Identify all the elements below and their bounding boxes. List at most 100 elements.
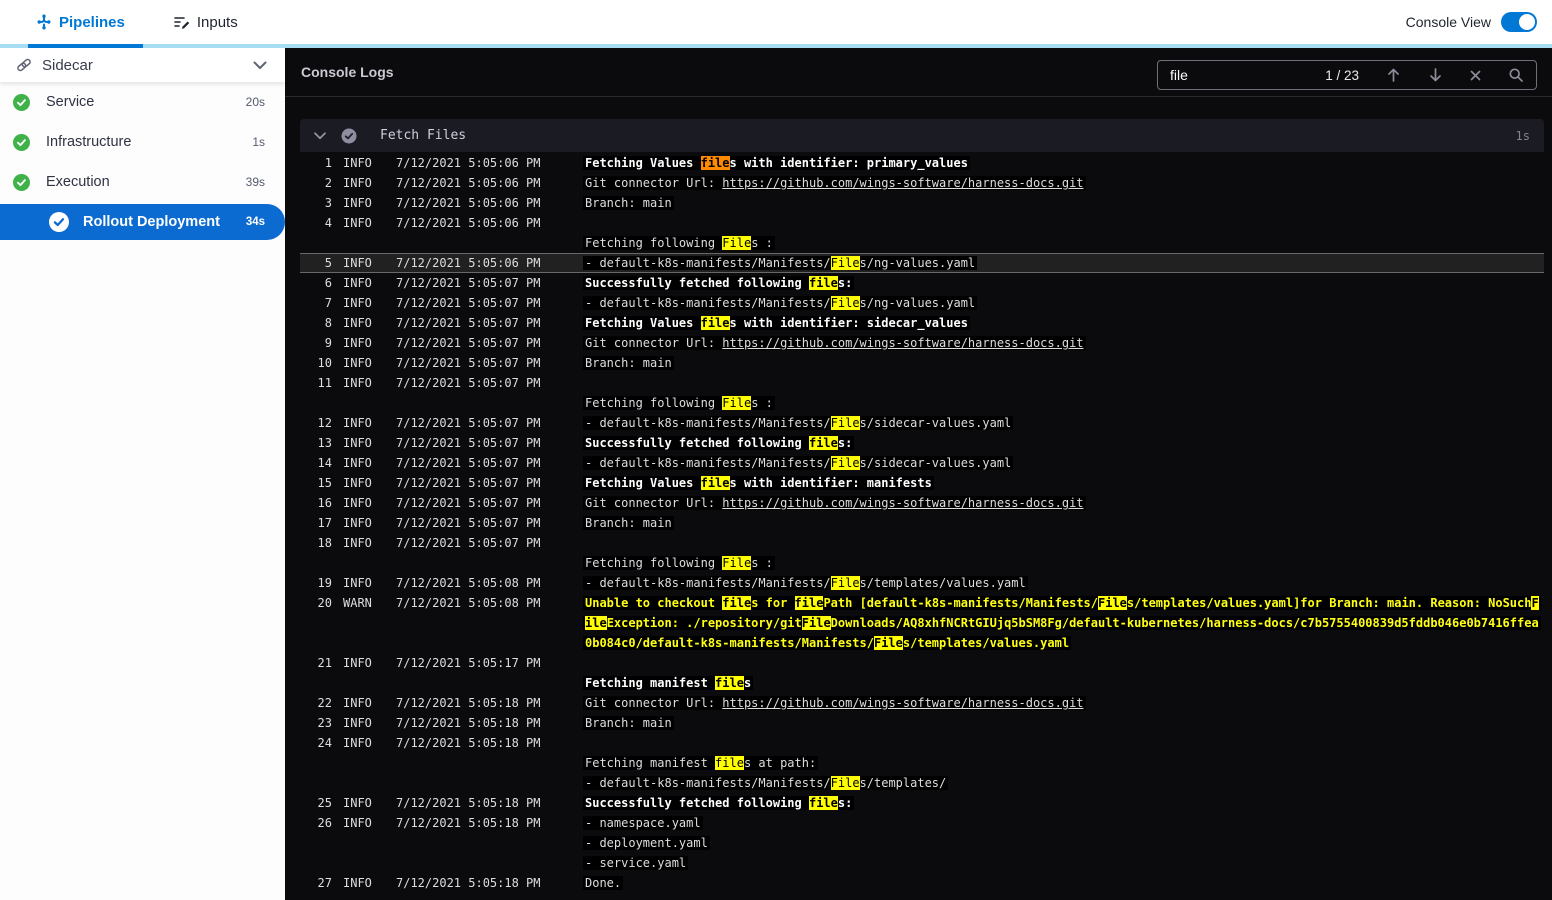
- log-level: INFO: [343, 516, 372, 530]
- log-line: Fetching following Files :: [583, 393, 1544, 413]
- log-timestamp: 7/12/2021 5:05:18 PM: [396, 816, 541, 830]
- line-number: 4: [324, 216, 332, 230]
- log-text: - default-k8s-manifests/Manifests/Files/…: [583, 296, 978, 310]
- log-text: Fetching following Files :: [583, 556, 775, 570]
- step-label: Execution: [46, 174, 110, 190]
- log-text: - default-k8s-manifests/Manifests/Files/…: [583, 576, 1028, 590]
- next-match-icon[interactable]: [1428, 67, 1443, 83]
- log-line: Git connector Url: https://github.com/wi…: [583, 493, 1544, 513]
- tab-inputs[interactable]: Inputs: [165, 0, 246, 44]
- sidebar-item-execution[interactable]: Execution 39s: [0, 162, 285, 202]
- log-text: Fetching Values files with identifier: m…: [583, 476, 934, 490]
- log-line: - default-k8s-manifests/Manifests/Files/…: [583, 573, 1544, 593]
- log-timestamp: 7/12/2021 5:05:07 PM: [396, 336, 541, 350]
- line-number: 23: [317, 716, 332, 730]
- previous-match-icon[interactable]: [1386, 67, 1401, 83]
- log-row: 21 INFO 7/12/2021 5:05:17 PM Fetching mani…: [300, 653, 1544, 693]
- inputs-icon: [173, 14, 190, 30]
- log-text: Successfully fetched following files:: [583, 796, 855, 810]
- log-link[interactable]: https://github.com/wings-software/harnes…: [722, 496, 1083, 510]
- line-number: 10: [317, 356, 332, 370]
- toggle-knob: [1519, 14, 1535, 30]
- log-message: - namespace.yaml - deployment.yaml - servi…: [583, 813, 1544, 873]
- line-number: 7: [324, 296, 332, 310]
- log-text: - default-k8s-manifests/Manifests/Files/…: [583, 256, 978, 270]
- log-line: Git connector Url: https://github.com/wi…: [583, 173, 1544, 193]
- log-row: 25 INFO 7/12/2021 5:05:18 PM Successfully f…: [300, 793, 1544, 813]
- status-success-icon: [13, 133, 30, 151]
- log-message: Fetching following Files :: [583, 373, 1544, 413]
- search-match-current: file: [700, 156, 730, 170]
- log-timestamp: 7/12/2021 5:05:07 PM: [396, 296, 541, 310]
- log-row: 12 INFO 7/12/2021 5:05:07 PM - default-k8s-…: [300, 413, 1544, 433]
- step-label: Rollout Deployment: [83, 214, 220, 230]
- log-row: 6 INFO 7/12/2021 5:05:07 PM Successfully fe…: [300, 273, 1544, 293]
- link-icon: [16, 57, 32, 73]
- line-number: 25: [317, 796, 332, 810]
- log-line: Fetching Values files with identifier: s…: [583, 313, 1544, 333]
- log-level: INFO: [343, 736, 372, 750]
- search-match: file: [700, 316, 730, 330]
- log-line: Fetching following Files :: [583, 553, 1544, 573]
- search-match: F: [1531, 596, 1539, 610]
- log-search-box: 1 / 23: [1157, 60, 1537, 90]
- log-row: 15 INFO 7/12/2021 5:05:07 PM Fetching Value…: [300, 473, 1544, 493]
- chevron-down-icon[interactable]: [253, 61, 267, 70]
- log-link[interactable]: https://github.com/wings-software/harnes…: [722, 176, 1083, 190]
- search-match: file: [808, 796, 838, 810]
- log-line: Fetching Values files with identifier: m…: [583, 473, 1544, 493]
- log-line: - default-k8s-manifests/Manifests/Files/…: [583, 293, 1544, 313]
- search-match: File: [830, 576, 860, 590]
- log-timestamp: 7/12/2021 5:05:07 PM: [396, 436, 541, 450]
- log-timestamp: 7/12/2021 5:05:18 PM: [396, 716, 541, 730]
- log-timestamp: 7/12/2021 5:05:18 PM: [396, 876, 541, 890]
- log-link[interactable]: https://github.com/wings-software/harnes…: [722, 336, 1083, 350]
- log-row: 19 INFO 7/12/2021 5:05:08 PM - default-k8s-…: [300, 573, 1544, 593]
- log-line: - default-k8s-manifests/Manifests/Files/…: [583, 413, 1544, 433]
- log-row: 13 INFO 7/12/2021 5:05:07 PM Successfully f…: [300, 433, 1544, 453]
- log-timestamp: 7/12/2021 5:05:07 PM: [396, 476, 541, 490]
- line-number: 11: [317, 376, 332, 390]
- close-search-icon[interactable]: [1470, 70, 1481, 81]
- log-line: Fetching Values files with identifier: p…: [583, 153, 1544, 173]
- log-level: INFO: [343, 456, 372, 470]
- search-icon[interactable]: [1508, 67, 1524, 83]
- log-row: 9 INFO 7/12/2021 5:05:07 PM Git connector U…: [300, 333, 1544, 353]
- log-link[interactable]: https://github.com/wings-software/harnes…: [722, 696, 1083, 710]
- line-number: 26: [317, 816, 332, 830]
- log-line: ileException: ./repository/gitFileDownlo…: [583, 613, 1544, 633]
- line-number: 24: [317, 736, 332, 750]
- tab-pipelines-label: Pipelines: [59, 13, 125, 31]
- collapse-chevron-icon[interactable]: [314, 131, 326, 140]
- log-text: - default-k8s-manifests/Manifests/Files/…: [583, 776, 949, 790]
- tab-pipelines[interactable]: Pipelines: [28, 0, 133, 44]
- log-timestamp: 7/12/2021 5:05:07 PM: [396, 536, 541, 550]
- search-match: File: [830, 256, 860, 270]
- stage-selector[interactable]: Sidecar: [0, 48, 285, 82]
- log-line: Fetching following Files :: [583, 233, 1544, 253]
- log-message: Branch: main: [583, 513, 1544, 533]
- log-level: INFO: [343, 656, 372, 670]
- sidebar-item-infrastructure[interactable]: Infrastructure 1s: [0, 122, 285, 162]
- log-level: WARN: [343, 596, 372, 610]
- log-section-header[interactable]: Fetch Files 1s: [300, 119, 1544, 152]
- log-text: Fetching manifest files: [583, 676, 754, 690]
- sidebar-item-service[interactable]: Service 20s: [0, 82, 285, 122]
- log-text: - service.yaml: [583, 856, 689, 870]
- log-text: Fetching following Files :: [583, 236, 775, 250]
- log-message: - default-k8s-manifests/Manifests/Files/…: [583, 253, 1544, 273]
- log-text: - default-k8s-manifests/Manifests/Files/…: [583, 416, 1014, 430]
- log-text: Git connector Url: https://github.com/wi…: [583, 176, 1086, 190]
- log-text: Branch: main: [583, 196, 674, 210]
- log-row: 14 INFO 7/12/2021 5:05:07 PM - default-k8s-…: [300, 453, 1544, 473]
- log-level: INFO: [343, 196, 372, 210]
- console-view-toggle[interactable]: [1501, 12, 1537, 32]
- search-match: File: [722, 556, 752, 570]
- log-level: INFO: [343, 316, 372, 330]
- sidebar-item-rollout-deployment[interactable]: Rollout Deployment 34s: [0, 204, 285, 240]
- log-line: - service.yaml: [583, 853, 1544, 873]
- console-header: Console Logs 1 / 23: [285, 48, 1552, 97]
- line-number: 9: [324, 336, 332, 350]
- search-match: file: [715, 756, 744, 770]
- search-input[interactable]: [1170, 67, 1326, 83]
